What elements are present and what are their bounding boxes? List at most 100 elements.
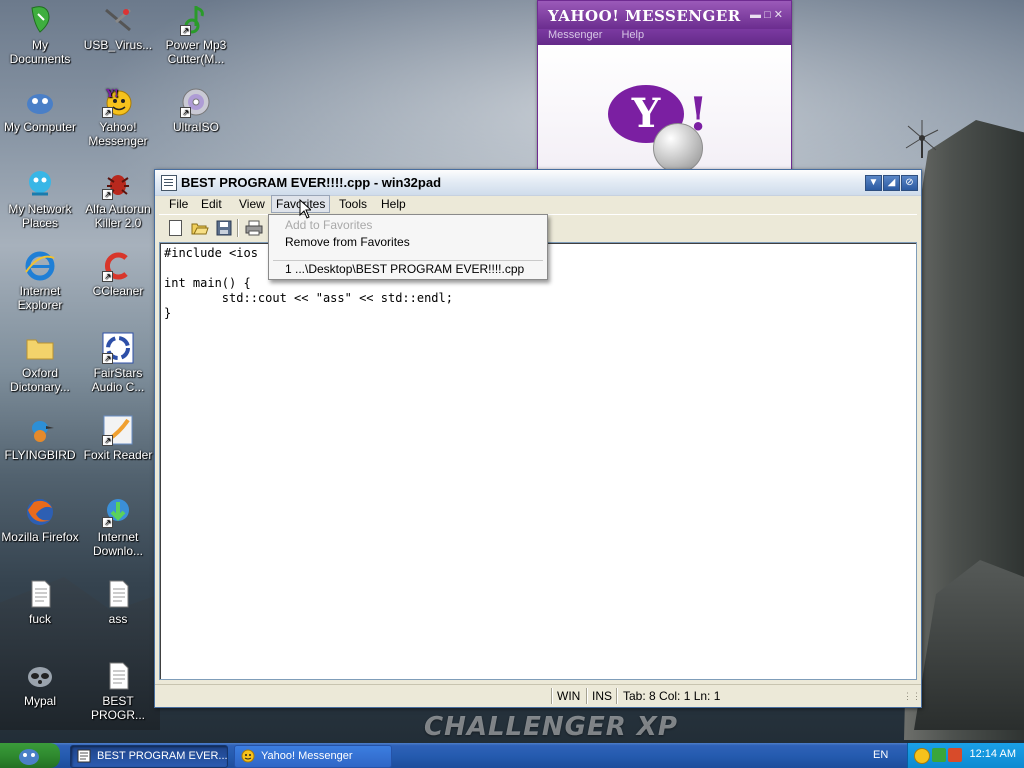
desktop-icon-yahoo-messenger[interactable]: Y! ↗ Yahoo! Messenger [78, 86, 158, 148]
yahoo-smiley-icon [241, 749, 255, 763]
yahoo-minimize-icon[interactable]: ▬ [750, 9, 761, 21]
clock[interactable]: 12:14 AM [970, 748, 1016, 760]
yahoo-menu-help[interactable]: Help [621, 29, 644, 41]
desktop-icon-label: USB_Virus... [83, 38, 153, 52]
yahoo-maximize-icon[interactable]: □ [764, 9, 771, 21]
mouse-cursor-icon [299, 199, 311, 219]
status-cursor-position: Tab: 8 Col: 1 Ln: 1 [623, 689, 721, 703]
desktop-icon-label: Foxit Reader [83, 448, 153, 462]
power-mp3-cutter-icon: ↗ [180, 4, 212, 36]
desktop-icon-mozilla-firefox[interactable]: Mozilla Firefox [0, 496, 80, 544]
yahoo-messenger-titlebar[interactable]: YAHOO! MESSENGER ▬ □ ✕ [538, 1, 791, 29]
raccoon-icon [28, 667, 52, 687]
code-editor[interactable]: #include <ios int main() { std::cout << … [159, 242, 917, 680]
yahoo-messenger-title: YAHOO! MESSENGER [548, 7, 741, 25]
desktop-icon-label: Mypal [23, 694, 56, 708]
menu-view[interactable]: View [235, 195, 269, 213]
desktop-icon-ultraiso[interactable]: ↗ UltraISO [156, 86, 236, 134]
menu-item-remove-from-favorites[interactable]: Remove from Favorites [285, 235, 410, 249]
foxit-reader-icon: ↗ [102, 414, 134, 446]
yahoo-smiley-icon: Y! ↗ [102, 86, 134, 118]
desktop-icon-label: FLYINGBIRD [4, 448, 76, 462]
kingfisher-bird-icon [32, 421, 54, 442]
yahoo-messenger-body: Y ! [538, 45, 791, 173]
text-file-icon [109, 662, 129, 690]
desktop-icon-my-network-places[interactable]: My Network Places [0, 168, 80, 230]
status-insert-mode: INS [592, 689, 613, 703]
tray-app-icon[interactable] [932, 748, 946, 762]
print-icon[interactable] [245, 219, 263, 237]
shortcut-arrow-icon: ↗ [102, 353, 113, 364]
save-disk-icon[interactable] [215, 219, 233, 237]
close-button[interactable]: ⊘ [901, 175, 918, 191]
tray-security-icon[interactable] [948, 748, 962, 762]
taskbar-item-yahoo-messenger[interactable]: Yahoo! Messenger [234, 745, 392, 768]
desktop-icon-label: My Documents [9, 38, 71, 66]
my-computer-icon [27, 94, 53, 114]
yahoo-close-icon[interactable]: ✕ [774, 9, 783, 21]
favorites-dropdown-menu: Add to Favorites Remove from Favorites 1… [268, 214, 548, 280]
menu-edit[interactable]: Edit [197, 195, 226, 213]
desktop-icon-label: FairStars Audio C... [91, 366, 145, 394]
notepad-icon [77, 749, 91, 763]
desktop-icon-fuck-file[interactable]: fuck [0, 578, 80, 626]
menu-separator [273, 260, 543, 261]
text-file-icon [31, 580, 51, 608]
system-tray: 12:14 AM [907, 743, 1024, 768]
desktop-icon-best-program[interactable]: BEST PROGR... [78, 660, 158, 722]
folder-icon [26, 339, 54, 360]
notepad-app-icon [161, 175, 177, 191]
status-mode: WIN [557, 689, 581, 703]
menu-help[interactable]: Help [377, 195, 410, 213]
firefox-icon [27, 499, 53, 525]
menu-tools[interactable]: Tools [335, 195, 371, 213]
taskbar-item-win32pad[interactable]: BEST PROGRAM EVER... [70, 745, 228, 768]
desktop-icon-oxford-dictionary[interactable]: Oxford Dictonary... [0, 332, 80, 394]
desktop-icon-ccleaner[interactable]: ↗ CCleaner [78, 250, 158, 298]
taskbar: BEST PROGRAM EVER... Yahoo! Messenger EN… [0, 743, 1024, 768]
desktop-icon-label: My Computer [3, 120, 77, 134]
usb-virus-tool-icon [105, 8, 131, 32]
yahoo-window-buttons[interactable]: ▬ □ ✕ [750, 8, 783, 21]
yahoo-messenger-window[interactable]: YAHOO! MESSENGER ▬ □ ✕ Messenger Help Y … [537, 0, 792, 174]
desktop-icon-foxit-reader[interactable]: ↗ Foxit Reader [78, 414, 158, 462]
restore-button[interactable]: ◢ [883, 175, 900, 191]
open-folder-icon[interactable] [191, 219, 209, 237]
menu-item-recent-favorite[interactable]: 1 ...\Desktop\BEST PROGRAM EVER!!!!.cpp [285, 262, 524, 276]
desktop-icon-flyingbird[interactable]: FLYINGBIRD [0, 414, 80, 462]
desktop-icon-label: Internet Downlo... [92, 530, 144, 558]
desktop-icon-fairstars-audio[interactable]: ↗ FairStars Audio C... [78, 332, 158, 394]
bug-killer-icon: ↗ [102, 168, 134, 200]
svg-text:Y!: Y! [105, 87, 119, 100]
shortcut-arrow-icon: ↗ [102, 271, 113, 282]
new-file-icon[interactable] [169, 220, 182, 236]
text-file-icon [109, 580, 129, 608]
desktop-icon-power-mp3-cutter[interactable]: ↗ Power Mp3 Cutter(M... [156, 4, 236, 66]
statusbar: WIN INS Tab: 8 Col: 1 Ln: 1 ⋮⋮ [155, 684, 921, 707]
menu-file[interactable]: File [165, 195, 192, 213]
start-button[interactable] [0, 743, 60, 768]
desktop-icon-internet-download[interactable]: ↗ Internet Downlo... [78, 496, 158, 558]
resize-grip-icon[interactable]: ⋮⋮ [903, 691, 921, 702]
desktop-icon-label: Internet Explorer [17, 284, 63, 312]
status-separator [551, 688, 553, 704]
shortcut-arrow-icon: ↗ [102, 189, 113, 200]
desktop-icon-usb-virus[interactable]: USB_Virus... [78, 4, 158, 52]
tray-yahoo-icon[interactable] [914, 748, 930, 764]
minimize-button[interactable]: ▼ [865, 175, 882, 191]
desktop-icon-label: CCleaner [92, 284, 144, 298]
desktop-icon-mypal[interactable]: Mypal [0, 660, 80, 708]
win32pad-titlebar[interactable]: BEST PROGRAM EVER!!!!.cpp - win32pad ▼ ◢… [155, 170, 921, 196]
desktop-icon-my-documents[interactable]: My Documents [0, 4, 80, 66]
taskbar-item-label: Yahoo! Messenger [261, 750, 353, 762]
desktop-icon-my-computer[interactable]: My Computer [0, 86, 80, 134]
language-indicator[interactable]: EN [873, 749, 888, 761]
desktop-icon-ass-file[interactable]: ass [78, 578, 158, 626]
yahoo-menu-messenger[interactable]: Messenger [548, 29, 602, 41]
menubar: File Edit View Favorites Tools Help [159, 195, 921, 213]
shortcut-arrow-icon: ↗ [180, 25, 191, 36]
desktop-icon-label: ass [108, 612, 128, 626]
desktop-icon-alfa-autorun-killer[interactable]: ↗ Alfa Autorun Killer 2.0 [78, 168, 158, 230]
internet-download-manager-icon: ↗ [102, 496, 134, 528]
desktop-icon-internet-explorer[interactable]: Internet Explorer [0, 250, 80, 312]
